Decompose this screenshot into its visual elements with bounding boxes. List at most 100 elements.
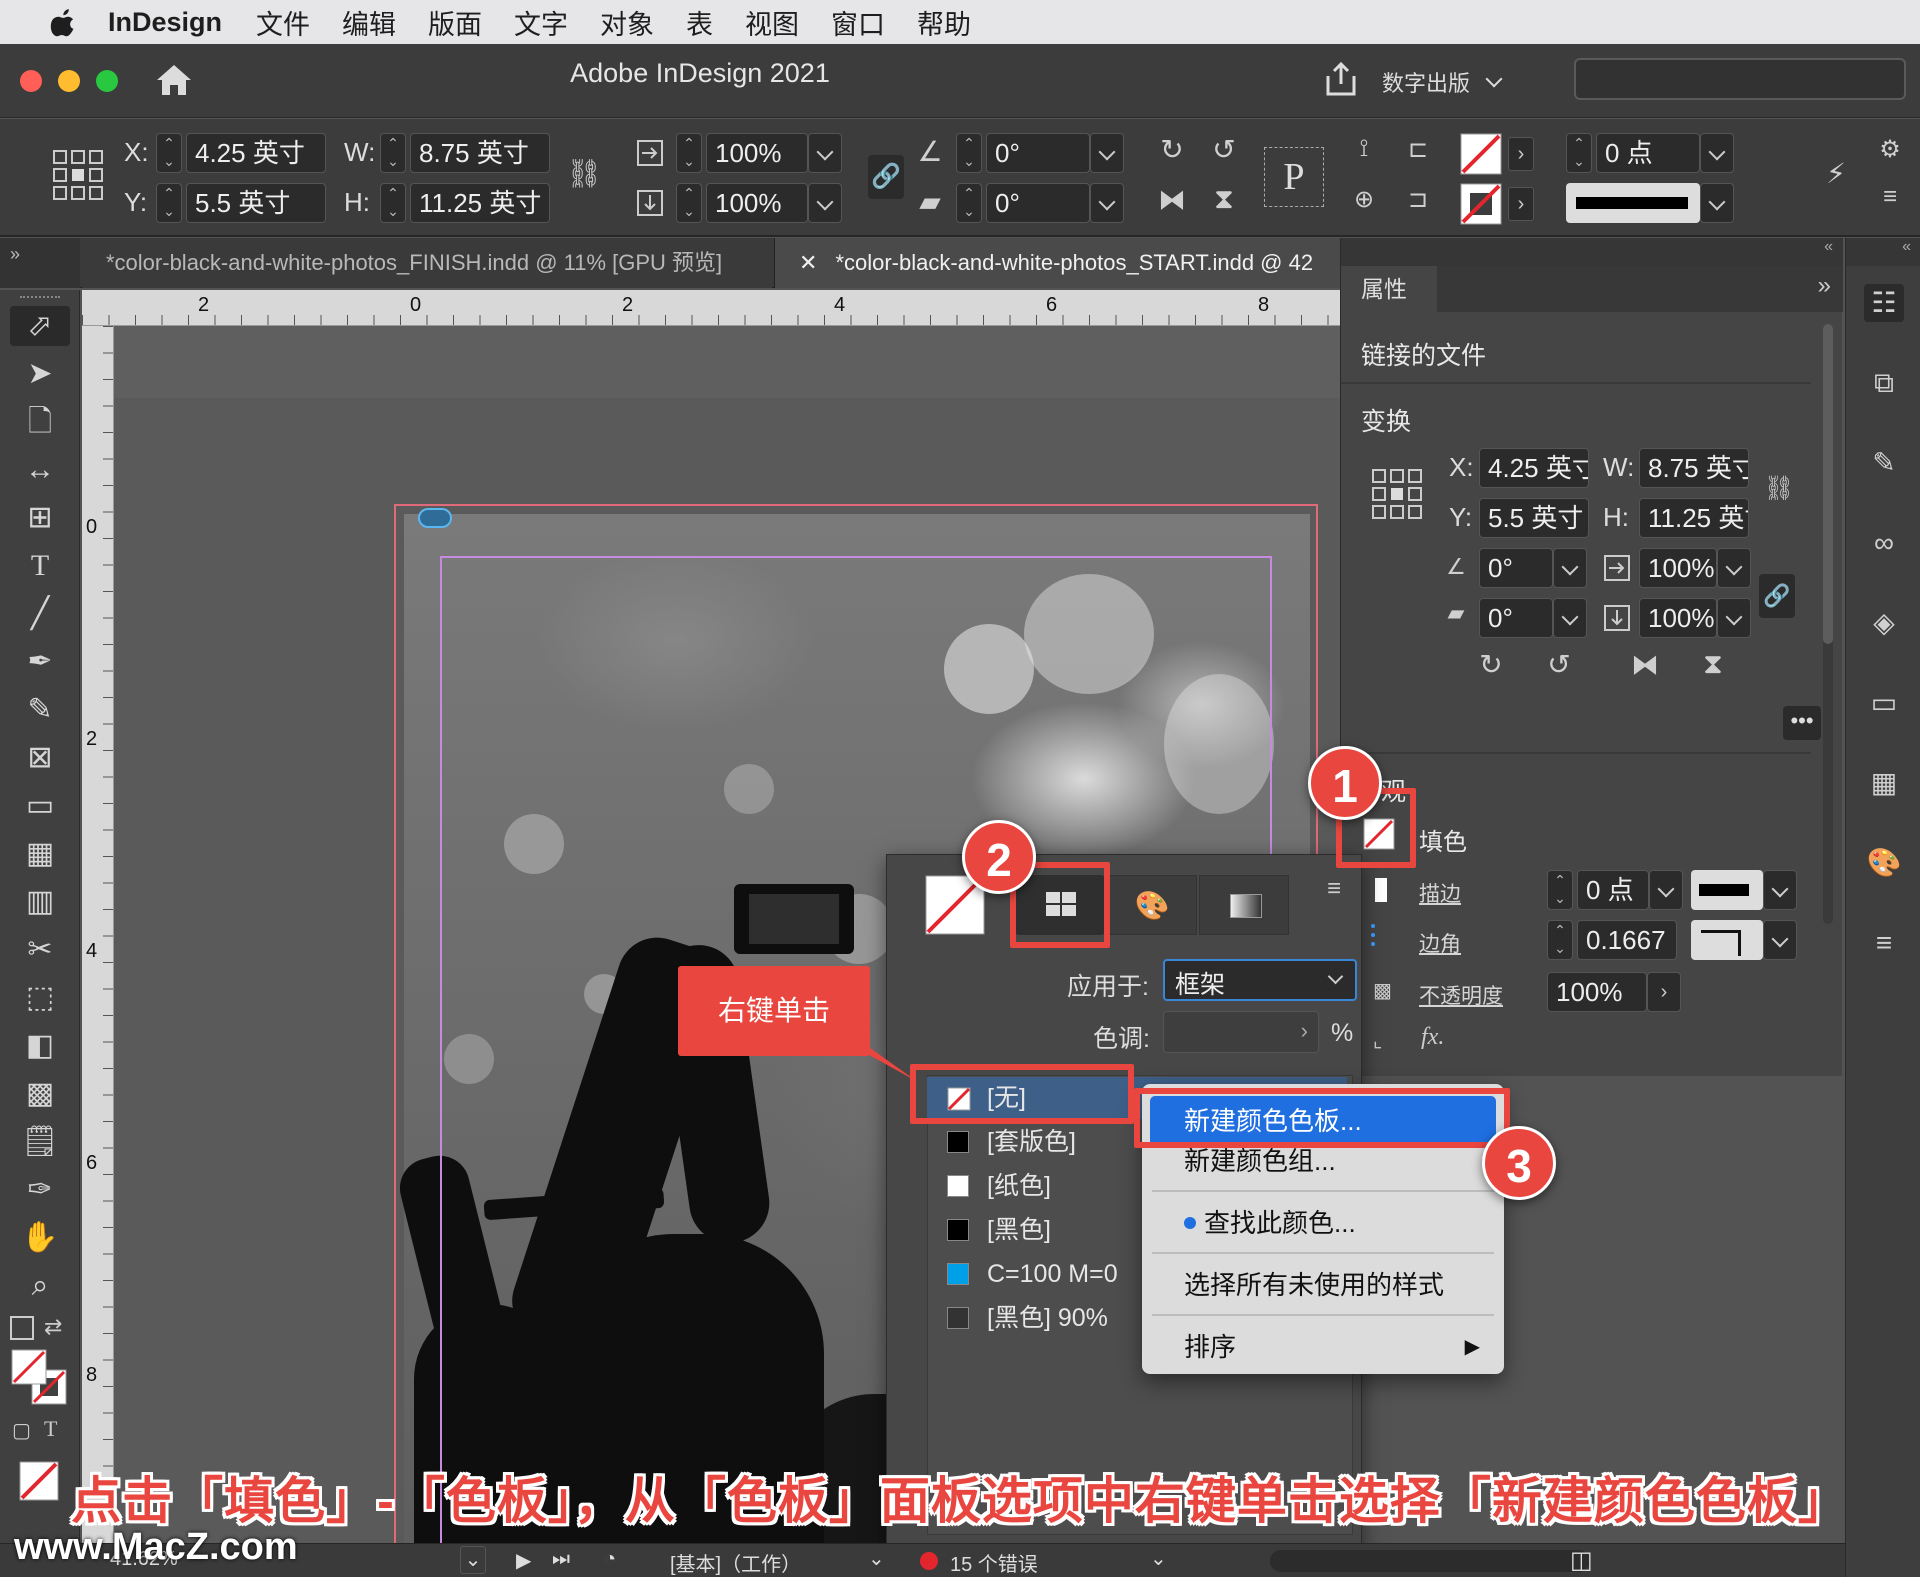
pencil-tool-icon[interactable]: ✎ <box>10 690 70 730</box>
menu-edit[interactable]: 编辑 <box>342 3 396 42</box>
workspace-switcher[interactable]: 数字出版 <box>1382 64 1560 100</box>
w-stepper[interactable]: ⌃ ⌄ <box>380 133 406 173</box>
selection-tool-icon[interactable]: ⬀ <box>10 306 70 346</box>
rotate-field[interactable]: 0° <box>1479 548 1553 588</box>
rectangle-frame-tool-icon[interactable]: ⊠ <box>10 738 70 778</box>
opacity-slider-button[interactable]: › <box>1647 972 1681 1012</box>
fill-label[interactable]: 填色 <box>1419 822 1467 857</box>
rotate-cw-icon[interactable]: ↻ <box>1152 133 1192 166</box>
tab-properties[interactable]: 属性 <box>1341 266 1437 312</box>
reference-point-icon[interactable] <box>52 149 104 201</box>
shear-dropdown[interactable] <box>1090 183 1124 223</box>
panel-menu-icon[interactable]: ≡ <box>1872 183 1908 211</box>
menu-window[interactable]: 窗口 <box>831 3 885 42</box>
flip-horizontal-icon[interactable]: ⧓ <box>1152 183 1192 216</box>
stroke-type-dropdown[interactable] <box>1700 183 1734 223</box>
stroke-label[interactable]: 描边 <box>1419 878 1461 908</box>
table-tool-icon[interactable]: ▦ <box>10 834 70 874</box>
rotate-stepper[interactable]: ⌃ ⌄ <box>956 133 982 173</box>
collapse-dock-icon[interactable]: « <box>1824 238 1833 256</box>
next-page-icon[interactable]: ▶ <box>516 1548 531 1573</box>
shear-dropdown[interactable] <box>1553 598 1587 638</box>
menu-layout[interactable]: 版面 <box>428 3 482 42</box>
properties-panel-icon[interactable]: ☷ <box>1864 284 1904 322</box>
layers-panel-icon[interactable]: ◈ <box>1864 604 1904 642</box>
align-right-icon[interactable]: ⊐ <box>1398 185 1438 214</box>
app-menu[interactable]: InDesign <box>108 7 222 38</box>
x-field[interactable]: 4.25 英寸 <box>1479 448 1589 488</box>
tab-finish-document[interactable]: *color-black-and-white-photos_FINISH.ind… <box>82 238 772 288</box>
stroke-swatch-icon[interactable] <box>1375 878 1387 902</box>
stroke-weight-field[interactable]: 0 点 <box>1596 133 1700 173</box>
collapse-strip-icon[interactable]: « <box>1846 238 1920 266</box>
line-tool-icon[interactable]: ╱ <box>10 594 70 634</box>
tint-field[interactable]: › <box>1163 1011 1319 1053</box>
flip-vertical-icon[interactable]: ⧗ <box>1693 648 1733 681</box>
opacity-label[interactable]: 不透明度 <box>1419 980 1503 1010</box>
share-icon[interactable] <box>1322 60 1360 98</box>
align-middle-icon[interactable]: ⊕ <box>1344 185 1384 214</box>
shear-field[interactable]: 0° <box>1479 598 1553 638</box>
rotate-dropdown[interactable] <box>1090 133 1124 173</box>
preflight-icon[interactable]: ◔ <box>604 1548 616 1571</box>
scale-x-stepper[interactable]: ⌃ ⌄ <box>676 133 702 173</box>
x-stepper[interactable]: ⌃ ⌄ <box>156 133 182 173</box>
menu-type[interactable]: 文字 <box>514 3 568 42</box>
hand-tool-icon[interactable]: ✋ <box>10 1218 70 1258</box>
last-page-icon[interactable]: ⏭ <box>552 1548 570 1571</box>
search-input[interactable] <box>1574 58 1906 100</box>
x-field[interactable]: 4.25 英寸 <box>186 133 326 173</box>
menu-help[interactable]: 帮助 <box>917 3 971 42</box>
y-field[interactable]: 5.5 英寸 <box>1479 498 1589 538</box>
gradient-feather-tool-icon[interactable]: ▩ <box>10 1074 70 1114</box>
quick-apply-icon[interactable]: ⚡ <box>1818 157 1854 190</box>
stroke-type-selector[interactable] <box>1691 870 1763 910</box>
split-view-icon[interactable]: ◫ <box>1570 1546 1593 1575</box>
stroke-type-dropdown[interactable] <box>1763 870 1797 910</box>
stroke-weight-dropdown[interactable] <box>1649 870 1683 910</box>
y-stepper[interactable]: ⌃ ⌄ <box>156 183 182 223</box>
shear-stepper[interactable]: ⌃ ⌄ <box>956 183 982 223</box>
fill-swatch-menu-button[interactable]: › <box>1508 137 1534 171</box>
fill-stroke-proxy-icon[interactable] <box>10 1348 70 1408</box>
horizontal-scrollbar[interactable] <box>1270 1550 1590 1572</box>
pages-panel-icon[interactable]: ⧉ <box>1864 364 1904 402</box>
menu-view[interactable]: 视图 <box>745 3 799 42</box>
gear-icon[interactable]: ⚙ <box>1872 135 1908 164</box>
error-count[interactable]: 15 个错误 <box>950 1548 1038 1577</box>
flip-vertical-icon[interactable]: ⧗ <box>1204 183 1244 216</box>
swatches-panel-icon[interactable]: ▦ <box>1864 764 1904 802</box>
fill-none-swatch-icon[interactable] <box>1460 133 1502 175</box>
stroke-weight-stepper[interactable]: ⌃ ⌄ <box>1566 133 1592 173</box>
link-scale-icon[interactable]: 🔗 <box>1759 574 1795 618</box>
frame-fitting-icon[interactable]: ⌞ <box>1373 1028 1382 1053</box>
stroke-weight-stepper[interactable]: ⌃ ⌄ <box>1547 870 1573 910</box>
linked-files-section[interactable]: 链接的文件 <box>1361 336 1486 372</box>
swap-fill-stroke-icon[interactable]: ⇄ <box>44 1314 62 1340</box>
default-fill-stroke-icon[interactable] <box>10 1316 34 1340</box>
constrain-proportions-icon[interactable]: ⛓ <box>566 157 602 190</box>
menu-select-unused[interactable]: 选择所有未使用的样式 <box>1150 1260 1496 1310</box>
free-transform-tool-icon[interactable]: ⬚ <box>10 978 70 1018</box>
h-field[interactable]: 11.25 英寸 <box>410 183 550 223</box>
corner-shape-dropdown[interactable] <box>1763 920 1797 960</box>
stroke-weight-field[interactable]: 0 点 <box>1577 870 1649 910</box>
apply-to-dropdown[interactable]: 框架 <box>1163 959 1357 1001</box>
menu-sort[interactable]: 排序 ▶ <box>1150 1322 1496 1372</box>
reference-point-icon[interactable] <box>1371 468 1423 520</box>
grid-tool-icon[interactable]: ▥ <box>10 882 70 922</box>
scale-y-dropdown[interactable] <box>808 183 842 223</box>
errors-dropdown-icon[interactable]: ⌄ <box>1150 1546 1167 1571</box>
shear-field[interactable]: 0° <box>986 183 1090 223</box>
scale-y-stepper[interactable]: ⌃ ⌄ <box>676 183 702 223</box>
y-field[interactable]: 5.5 英寸 <box>186 183 326 223</box>
rotate-ccw-icon[interactable]: ↺ <box>1539 648 1579 681</box>
toolbar-grip[interactable] <box>20 296 60 304</box>
corner-size-field[interactable]: 0.1667 <box>1577 920 1677 960</box>
corner-stepper[interactable]: ⌃ ⌄ <box>1547 920 1573 960</box>
scale-y-dropdown[interactable] <box>1717 598 1751 638</box>
align-left-icon[interactable]: ⊏ <box>1398 135 1438 164</box>
content-grabber-link-icon[interactable] <box>418 508 452 528</box>
cc-libraries-icon[interactable]: ✎ <box>1864 444 1904 482</box>
menu-object[interactable]: 对象 <box>600 3 654 42</box>
